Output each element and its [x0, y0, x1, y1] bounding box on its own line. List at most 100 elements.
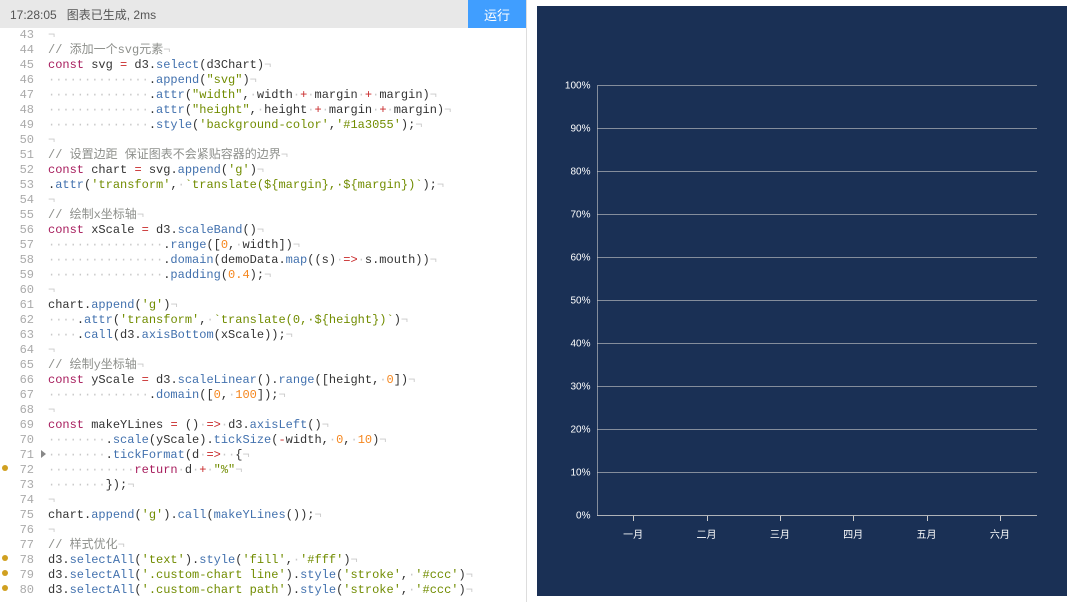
y-tick-label: 0% — [576, 511, 590, 522]
code-line[interactable]: 47··············.attr("width",·width·+·m… — [0, 88, 526, 103]
code-content[interactable]: // 样式优化¬ — [44, 538, 125, 553]
code-content[interactable]: // 绘制x坐标轴¬ — [44, 208, 144, 223]
x-tick — [1000, 516, 1001, 521]
code-content[interactable]: d3.selectAll('.custom-chart line').style… — [44, 568, 473, 583]
code-content[interactable]: ¬ — [44, 493, 55, 508]
code-content[interactable]: ¬ — [44, 133, 55, 148]
code-line[interactable]: 49··············.style('background-color… — [0, 118, 526, 133]
code-line[interactable]: 45const svg = d3.select(d3Chart)¬ — [0, 58, 526, 73]
status-text: 17:28:05 图表已生成, 2ms — [10, 6, 468, 23]
code-line[interactable]: 55// 绘制x坐标轴¬ — [0, 208, 526, 223]
code-content[interactable]: ¬ — [44, 523, 55, 538]
code-line[interactable]: 74¬ — [0, 493, 526, 508]
line-number: 71 — [0, 448, 44, 463]
y-axis — [597, 86, 598, 516]
code-line[interactable]: 63····.call(d3.axisBottom(xScale));¬ — [0, 328, 526, 343]
code-editor[interactable]: 43¬44// 添加一个svg元素¬45const svg = d3.selec… — [0, 28, 526, 602]
code-content[interactable]: ··············.append("svg")¬ — [44, 73, 257, 88]
x-tick-label: 五月 — [917, 526, 937, 541]
code-line[interactable]: 76¬ — [0, 523, 526, 538]
code-line[interactable]: 54¬ — [0, 193, 526, 208]
code-content[interactable]: d3.selectAll('text').style('fill',·'#fff… — [44, 553, 358, 568]
code-content[interactable]: ¬ — [44, 403, 55, 418]
code-content[interactable]: ················.domain(demoData.map((s)… — [44, 253, 437, 268]
code-line[interactable]: 43¬ — [0, 28, 526, 43]
code-line[interactable]: 68¬ — [0, 403, 526, 418]
code-content[interactable]: chart.append('g')¬ — [44, 298, 178, 313]
code-content[interactable]: ¬ — [44, 343, 55, 358]
code-line[interactable]: 69const makeYLines = ()·=>·d3.axisLeft()… — [0, 418, 526, 433]
code-line[interactable]: 66const yScale = d3.scaleLinear().range(… — [0, 373, 526, 388]
x-tick-label: 四月 — [843, 526, 863, 541]
code-line[interactable]: 75chart.append('g').call(makeYLines());¬ — [0, 508, 526, 523]
x-tick — [927, 516, 928, 521]
lint-warning-icon — [2, 570, 8, 576]
code-line[interactable]: 73········});¬ — [0, 478, 526, 493]
code-line[interactable]: 60¬ — [0, 283, 526, 298]
code-content[interactable]: ················.padding(0.4);¬ — [44, 268, 271, 283]
code-content[interactable]: ··············.attr("height",·height·+·m… — [44, 103, 451, 118]
code-content[interactable]: const yScale = d3.scaleLinear().range([h… — [44, 373, 415, 388]
line-number: 57 — [0, 238, 44, 253]
code-content[interactable]: ¬ — [44, 193, 55, 208]
code-content[interactable]: .attr('transform',·`translate(${margin},… — [44, 178, 444, 193]
code-content[interactable]: ··············.style('background-color',… — [44, 118, 423, 133]
code-line[interactable]: 72············return·d·+·"%"¬ — [0, 463, 526, 478]
line-number: 53 — [0, 178, 44, 193]
code-line[interactable]: 79d3.selectAll('.custom-chart line').sty… — [0, 568, 526, 583]
code-line[interactable]: 57················.range([0,·width])¬ — [0, 238, 526, 253]
code-line[interactable]: 78d3.selectAll('text').style('fill',·'#f… — [0, 553, 526, 568]
code-line[interactable]: 50¬ — [0, 133, 526, 148]
code-line[interactable]: 51// 设置边距 保证图表不会紧贴容器的边界¬ — [0, 148, 526, 163]
code-content[interactable]: ¬ — [44, 28, 55, 43]
code-content[interactable]: d3.selectAll('.custom-chart path').style… — [44, 583, 473, 598]
line-number: 59 — [0, 268, 44, 283]
line-number: 45 — [0, 58, 44, 73]
code-content[interactable]: const chart = svg.append('g')¬ — [44, 163, 264, 178]
code-content[interactable]: const makeYLines = ()·=>·d3.axisLeft()¬ — [44, 418, 329, 433]
code-content[interactable]: ¬ — [44, 283, 55, 298]
editor-pane: 17:28:05 图表已生成, 2ms 运行 43¬44// 添加一个svg元素… — [0, 0, 527, 602]
line-number: 44 — [0, 43, 44, 58]
code-content[interactable]: ········.tickFormat(d·=>··{¬ — [44, 448, 250, 463]
code-content[interactable]: const svg = d3.select(d3Chart)¬ — [44, 58, 271, 73]
line-number: 77 — [0, 538, 44, 553]
code-line[interactable]: 67··············.domain([0,·100]);¬ — [0, 388, 526, 403]
code-line[interactable]: 61chart.append('g')¬ — [0, 298, 526, 313]
code-content[interactable]: ················.range([0,·width])¬ — [44, 238, 300, 253]
code-line[interactable]: 62····.attr('transform',·`translate(0,·$… — [0, 313, 526, 328]
run-button[interactable]: 运行 — [468, 0, 526, 28]
code-content[interactable]: ············return·d·+·"%"¬ — [44, 463, 242, 478]
code-content[interactable]: chart.append('g').call(makeYLines());¬ — [44, 508, 322, 523]
code-line[interactable]: 44// 添加一个svg元素¬ — [0, 43, 526, 58]
code-line[interactable]: 58················.domain(demoData.map((… — [0, 253, 526, 268]
line-number: 54 — [0, 193, 44, 208]
code-line[interactable]: 64¬ — [0, 343, 526, 358]
code-line[interactable]: 80d3.selectAll('.custom-chart path').sty… — [0, 583, 526, 598]
code-content[interactable]: ········});¬ — [44, 478, 134, 493]
code-line[interactable]: 71········.tickFormat(d·=>··{¬ — [0, 448, 526, 463]
code-line[interactable]: 70········.scale(yScale).tickSize(-width… — [0, 433, 526, 448]
code-line[interactable]: 46··············.append("svg")¬ — [0, 73, 526, 88]
code-line[interactable]: 52const chart = svg.append('g')¬ — [0, 163, 526, 178]
code-line[interactable]: 53.attr('transform',·`translate(${margin… — [0, 178, 526, 193]
code-content[interactable]: // 设置边距 保证图表不会紧贴容器的边界¬ — [44, 148, 288, 163]
line-number: 72 — [0, 463, 44, 478]
code-line[interactable]: 56const xScale = d3.scaleBand()¬ — [0, 223, 526, 238]
code-line[interactable]: 48··············.attr("height",·height·+… — [0, 103, 526, 118]
code-content[interactable]: // 绘制y坐标轴¬ — [44, 358, 144, 373]
code-line[interactable]: 59················.padding(0.4);¬ — [0, 268, 526, 283]
code-line[interactable]: 77// 样式优化¬ — [0, 538, 526, 553]
code-content[interactable]: ····.call(d3.axisBottom(xScale));¬ — [44, 328, 293, 343]
fold-icon[interactable] — [41, 450, 46, 458]
code-content[interactable]: ··············.domain([0,·100]);¬ — [44, 388, 286, 403]
code-content[interactable]: ········.scale(yScale).tickSize(-width,·… — [44, 433, 387, 448]
code-content[interactable]: ····.attr('transform',·`translate(0,·${h… — [44, 313, 408, 328]
line-number: 76 — [0, 523, 44, 538]
code-content[interactable]: // 添加一个svg元素¬ — [44, 43, 170, 58]
code-content[interactable]: ··············.attr("width",·width·+·mar… — [44, 88, 437, 103]
code-line[interactable]: 65// 绘制y坐标轴¬ — [0, 358, 526, 373]
chart-canvas: 0%10%20%30%40%50%60%70%80%90%100%一月二月三月四… — [537, 6, 1067, 596]
gridline-h — [597, 472, 1037, 473]
code-content[interactable]: const xScale = d3.scaleBand()¬ — [44, 223, 264, 238]
